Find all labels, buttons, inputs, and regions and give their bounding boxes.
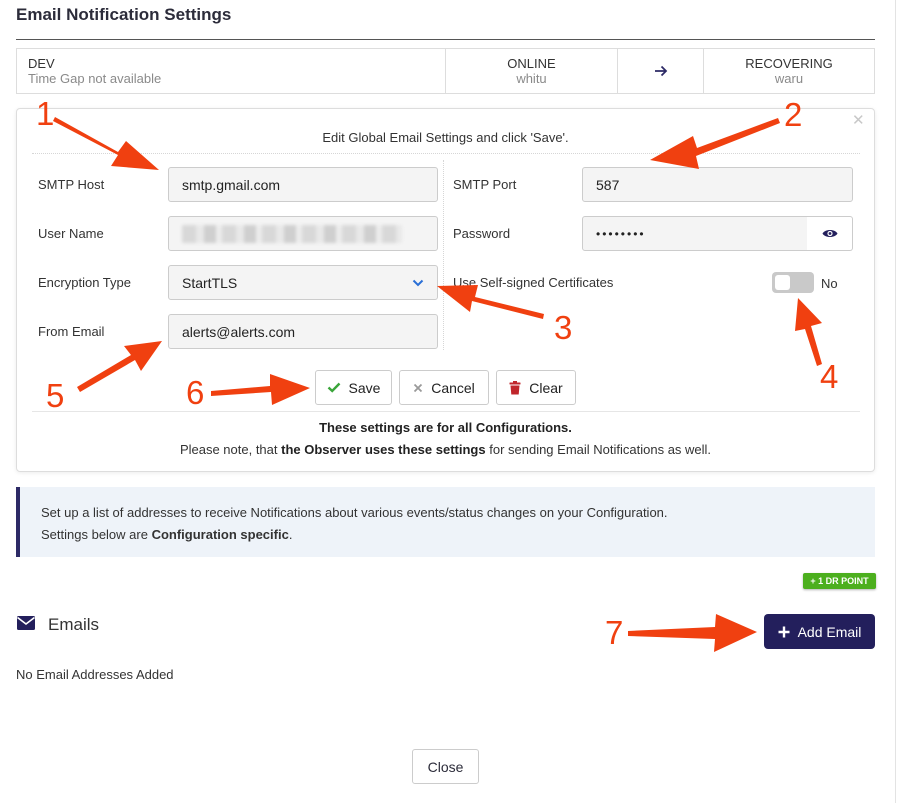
direction-cell [618,49,704,93]
info-callout: Set up a list of addresses to receive No… [16,487,875,557]
annotation-number-4: 4 [820,358,839,395]
info-line-2-bold: Configuration specific [151,527,289,542]
annotation-number-1: 1 [36,95,55,132]
check-icon [327,382,340,393]
redacted-user-name [182,224,402,243]
dr-point-badge: + 1 DR POINT [803,573,876,589]
info-line-1: Set up a list of addresses to receive No… [41,505,668,520]
password-label: Password [453,226,511,241]
trash-icon [509,380,521,394]
observer-note-emphasis: the Observer uses these settings [281,442,486,457]
annotation-number-7: 7 [605,614,624,651]
self-signed-label: Use Self-signed Certificates [453,275,614,290]
secondary-cell: RECOVERING waru [704,49,874,93]
scrollbar-edge [895,0,896,803]
empty-email-list: No Email Addresses Added [16,667,174,682]
toggle-knob [775,275,790,290]
observer-note-pre: Please note, that [179,442,282,457]
clear-button[interactable]: Clear [496,370,576,405]
save-label: Save [348,379,381,396]
info-line-2-post: . [288,527,293,542]
primary-state: ONLINE [507,56,556,71]
cancel-label: Cancel [431,379,475,396]
secondary-name: waru [774,71,804,86]
panel-heading: Edit Global Email Settings and click 'Sa… [322,130,569,145]
self-signed-state: No [821,276,838,291]
eye-icon [822,229,837,238]
observer-note-post: for sending Email Notifications as well. [485,442,712,457]
emails-section-title: Emails [48,615,100,634]
annotation-number-5: 5 [46,377,65,414]
site-cell: DEV Time Gap not available [17,49,446,93]
settings-scope-note: These settings are for all Configuration… [319,420,572,435]
close-icon[interactable]: ✕ [852,111,865,129]
info-line-2: Settings below are Configuration specifi… [41,524,875,546]
primary-name: whitu [516,71,547,86]
encryption-type-label: Encryption Type [38,275,131,290]
page-title: Email Notification Settings [16,5,232,24]
from-email-input[interactable]: alerts@alerts.com [168,314,438,349]
smtp-port-label: SMTP Port [453,177,517,192]
smtp-host-input[interactable]: smtp.gmail.com [168,167,438,202]
encryption-type-value: StartTLS [182,274,238,291]
panel-divider [32,153,860,154]
annotation-number-2: 2 [784,96,803,133]
notes-divider [32,411,860,412]
status-strip: DEV Time Gap not available ONLINE whitu … [16,48,875,94]
encryption-type-select[interactable]: StartTLS [168,265,438,300]
title-divider [16,39,875,40]
self-signed-toggle[interactable] [772,272,814,293]
close-button[interactable]: Close [412,749,479,784]
global-email-settings-panel [16,108,875,472]
user-name-label: User Name [38,226,104,241]
annotation-arrow-7 [628,614,757,652]
user-name-input[interactable] [168,216,438,251]
plus-icon [778,626,790,637]
arrow-right-icon [654,65,667,77]
cancel-button[interactable]: Cancel [399,370,489,405]
column-divider [443,160,444,350]
site-name: DEV [28,56,55,71]
show-password-button[interactable] [807,216,853,251]
password-input[interactable]: •••••••• [582,216,808,251]
from-email-label: From Email [38,324,105,339]
annotation-number-3: 3 [554,309,573,346]
envelope-icon [17,616,35,630]
secondary-state: RECOVERING [745,56,833,71]
smtp-port-input[interactable]: 587 [582,167,853,202]
info-line-2-pre: Settings below are [41,527,152,542]
smtp-host-label: SMTP Host [38,177,105,192]
x-icon [414,383,423,392]
observer-note: Please note, that the Observer uses thes… [16,442,875,457]
save-button[interactable]: Save [315,370,392,405]
chevron-down-icon [412,279,424,286]
add-email-label: Add Email [797,623,862,640]
primary-cell: ONLINE whitu [446,49,618,93]
add-email-button[interactable]: Add Email [764,614,875,649]
annotation-number-6: 6 [186,374,205,411]
clear-label: Clear [529,379,563,396]
time-gap: Time Gap not available [28,71,162,86]
